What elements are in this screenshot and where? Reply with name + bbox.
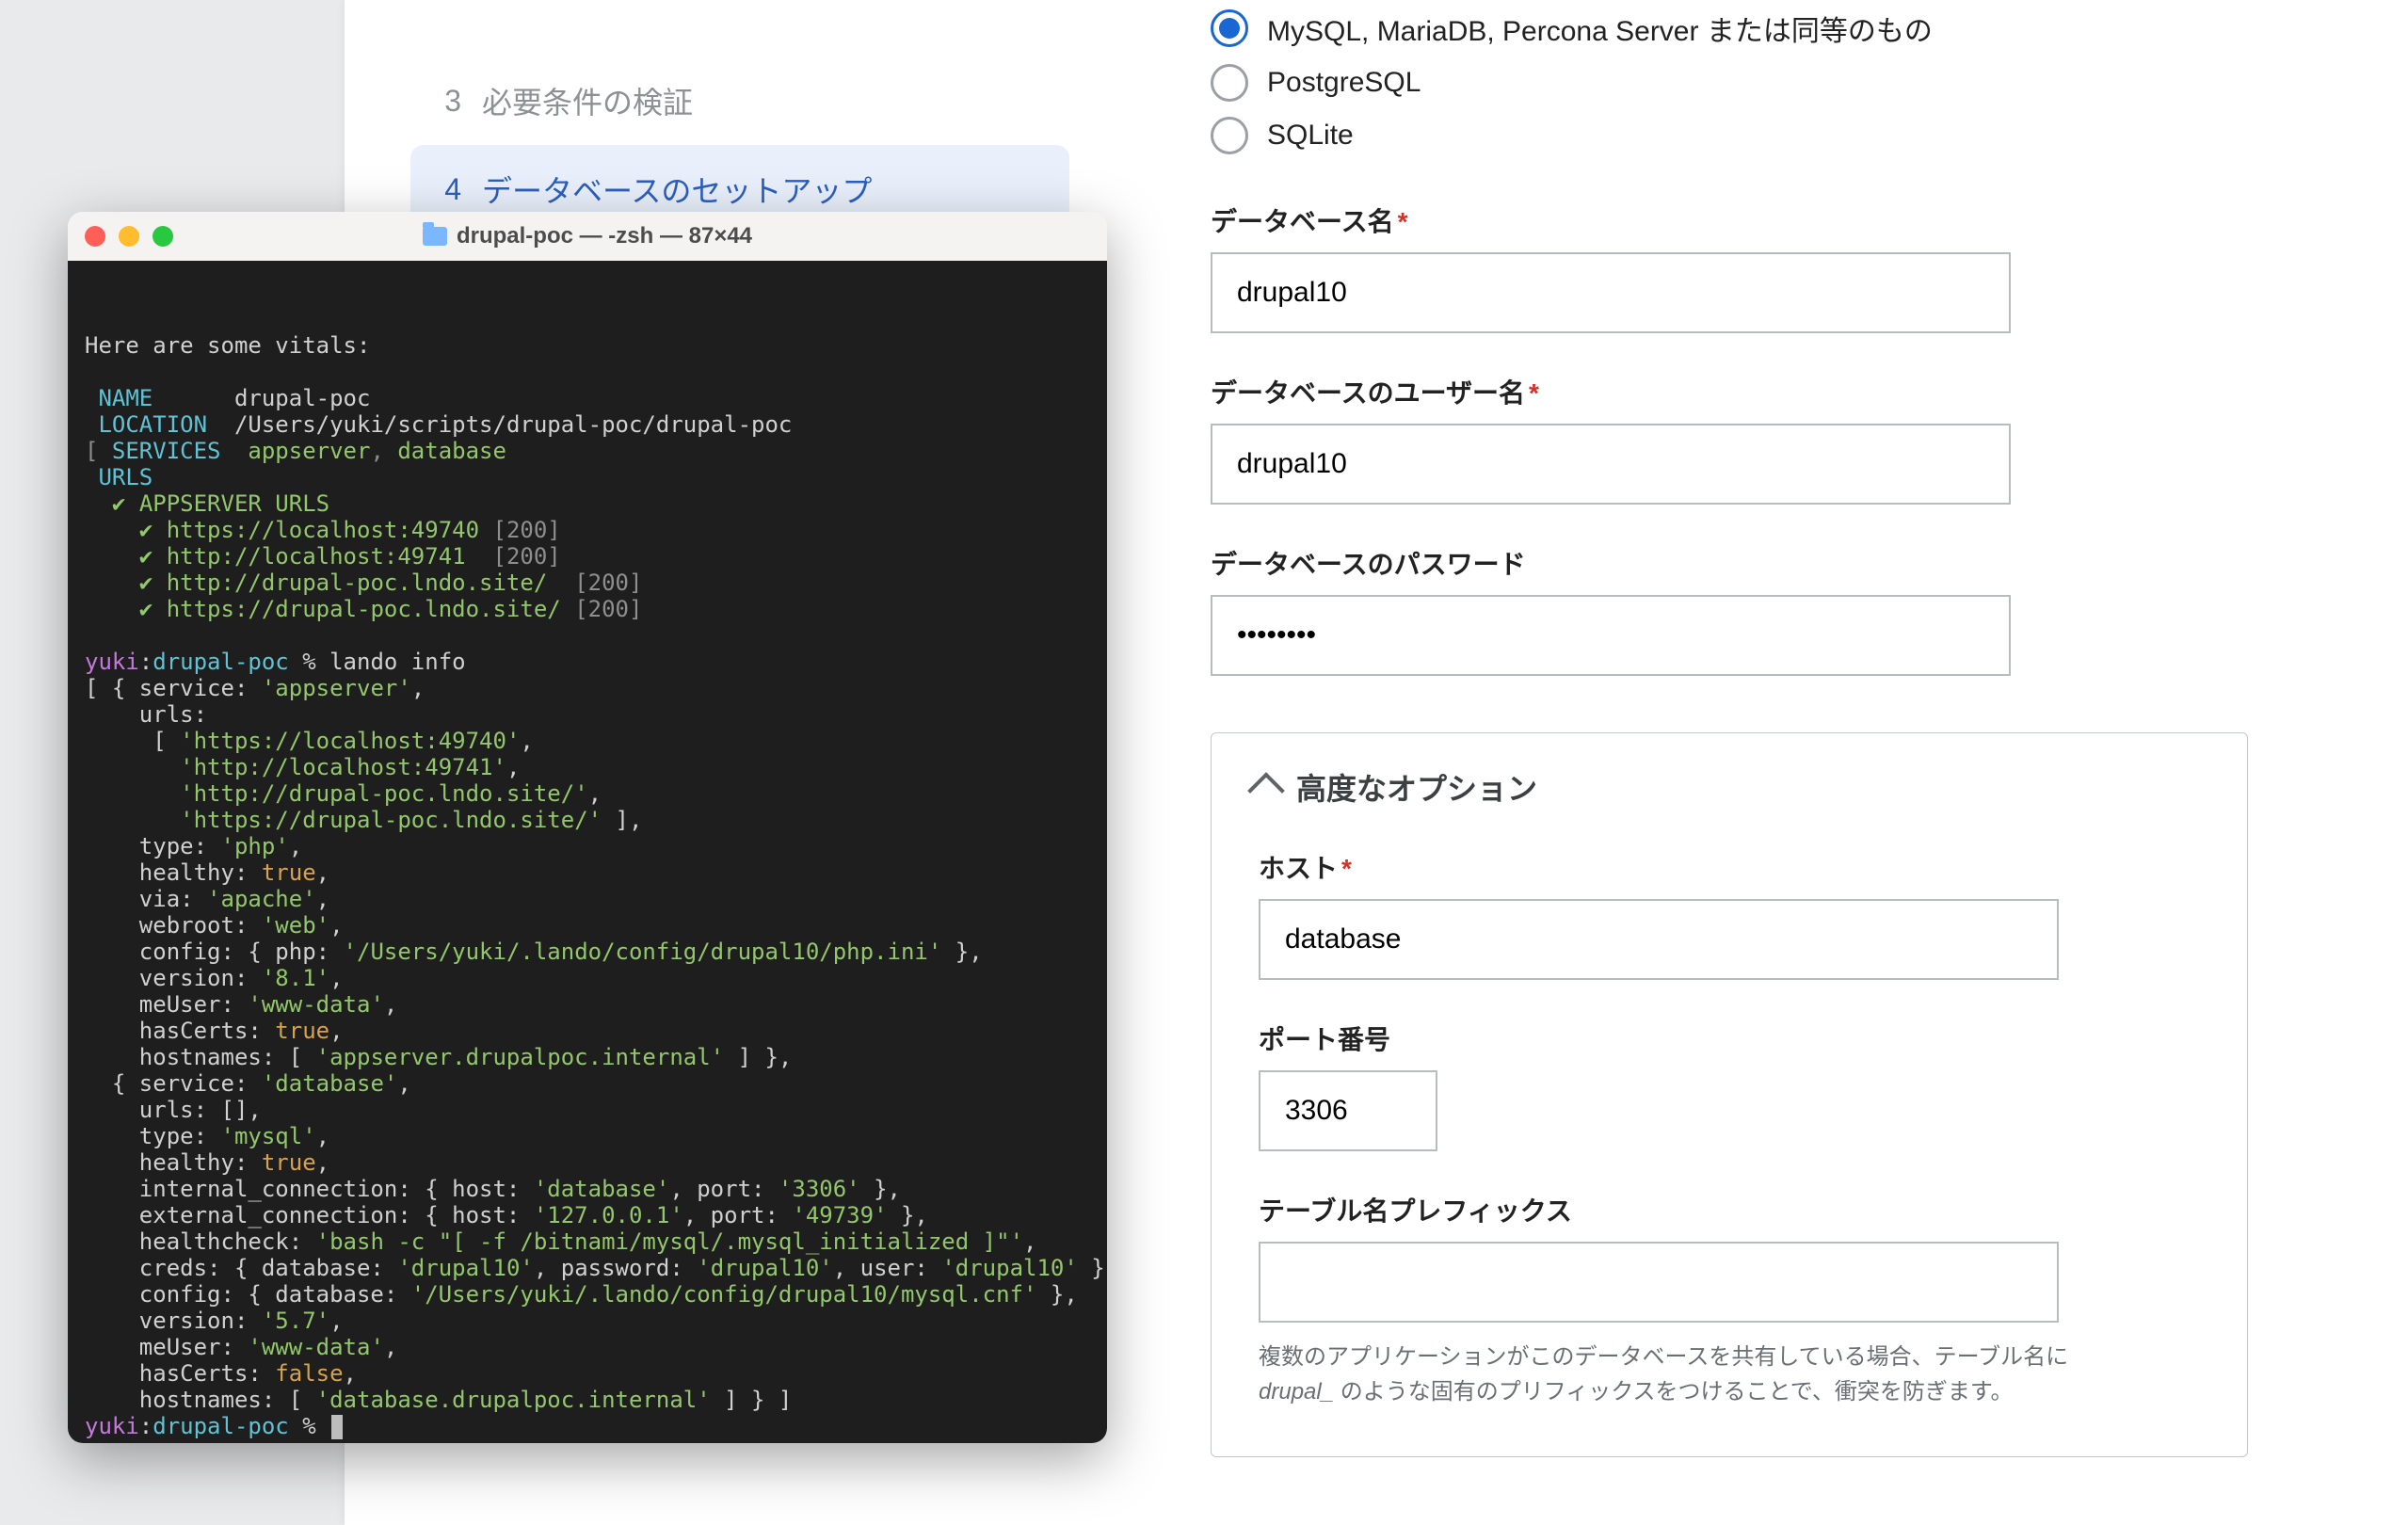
field-port: ポート番号 xyxy=(1259,1019,2200,1151)
db-pass-input[interactable] xyxy=(1211,595,2011,676)
minimize-icon[interactable] xyxy=(119,226,139,247)
host-input[interactable] xyxy=(1259,899,2059,980)
db-type-sqlite-label: SQLite xyxy=(1267,120,1354,152)
radio-dot-icon xyxy=(1211,64,1248,102)
zoom-icon[interactable] xyxy=(153,226,173,247)
field-db-name: データベース名* xyxy=(1211,201,2265,333)
window-controls xyxy=(85,226,173,247)
prefix-input[interactable] xyxy=(1259,1242,2059,1323)
required-mark: * xyxy=(1525,378,1539,408)
field-host: ホスト* xyxy=(1259,848,2200,980)
terminal-title-text: drupal-poc — -zsh — 87×44 xyxy=(457,223,752,249)
radio-dot-icon xyxy=(1211,9,1248,47)
db-user-input[interactable] xyxy=(1211,424,2011,505)
db-user-label: データベースのユーザー名 xyxy=(1211,378,1525,408)
prefix-help-a: 複数のアプリケーションがこのデータベースを共有している場合、テーブル名に xyxy=(1259,1344,2068,1370)
cursor-block xyxy=(331,1415,343,1439)
folder-icon xyxy=(423,227,447,246)
field-db-user: データベースのユーザー名* xyxy=(1211,373,2265,505)
radio-dot-icon xyxy=(1211,117,1248,154)
prefix-help-em: drupal_ xyxy=(1259,1379,1334,1405)
terminal-body[interactable]: Here are some vitals: NAME drupal-poc LO… xyxy=(68,261,1107,1443)
prefix-help: 複数のアプリケーションがこのデータベースを共有している場合、テーブル名に dru… xyxy=(1259,1340,2096,1409)
advanced-title: 高度なオプション xyxy=(1296,765,1537,809)
db-type-mysql-label: MySQL, MariaDB, Percona Server または同等のもの xyxy=(1267,8,1933,49)
port-input[interactable] xyxy=(1259,1070,1437,1151)
db-type-sqlite[interactable]: SQLite xyxy=(1211,109,2265,162)
db-name-label: データベース名 xyxy=(1211,207,1394,236)
port-label: ポート番号 xyxy=(1259,1025,1390,1054)
required-mark: * xyxy=(1394,207,1408,236)
advanced-options: 高度なオプション ホスト* ポート番号 テーブル名プレフィックス xyxy=(1211,732,2248,1457)
field-prefix: テーブル名プレフィックス 複数のアプリケーションがこのデータベースを共有している… xyxy=(1259,1191,2200,1409)
step-4-label: データベースのセットアップ xyxy=(482,168,872,211)
db-type-postgres-label: PostgreSQL xyxy=(1267,67,1421,99)
required-mark: * xyxy=(1338,854,1352,883)
db-pass-label: データベースのパスワード xyxy=(1211,550,1526,579)
terminal-window: drupal-poc — -zsh — 87×44 Here are some … xyxy=(68,212,1107,1443)
advanced-toggle[interactable]: 高度なオプション xyxy=(1253,765,2200,809)
step-4-number: 4 xyxy=(433,172,461,207)
db-type-postgres[interactable]: PostgreSQL xyxy=(1211,56,2265,109)
db-name-input[interactable] xyxy=(1211,252,2011,333)
db-type-mysql[interactable]: MySQL, MariaDB, Percona Server または同等のもの xyxy=(1211,0,2265,56)
step-3-number: 3 xyxy=(433,84,461,119)
chevron-up-icon xyxy=(1247,772,1285,810)
prefix-label: テーブル名プレフィックス xyxy=(1259,1196,1572,1226)
host-label: ホスト xyxy=(1259,854,1338,883)
prefix-help-b: のような固有のプリフィックスをつけることで、衝突を防ぎます。 xyxy=(1334,1379,2013,1405)
term-line: Here are some vitals: NAME drupal-poc LO… xyxy=(85,332,1107,1439)
close-icon[interactable] xyxy=(85,226,105,247)
field-db-pass: データベースのパスワード xyxy=(1211,544,2265,676)
step-3[interactable]: 3 必要条件の検証 xyxy=(410,56,1069,145)
step-3-label: 必要条件の検証 xyxy=(482,79,693,122)
database-form: MySQL, MariaDB, Percona Server または同等のもの … xyxy=(1211,0,2265,1457)
terminal-title: drupal-poc — -zsh — 87×44 xyxy=(68,223,1107,249)
terminal-titlebar[interactable]: drupal-poc — -zsh — 87×44 xyxy=(68,212,1107,262)
